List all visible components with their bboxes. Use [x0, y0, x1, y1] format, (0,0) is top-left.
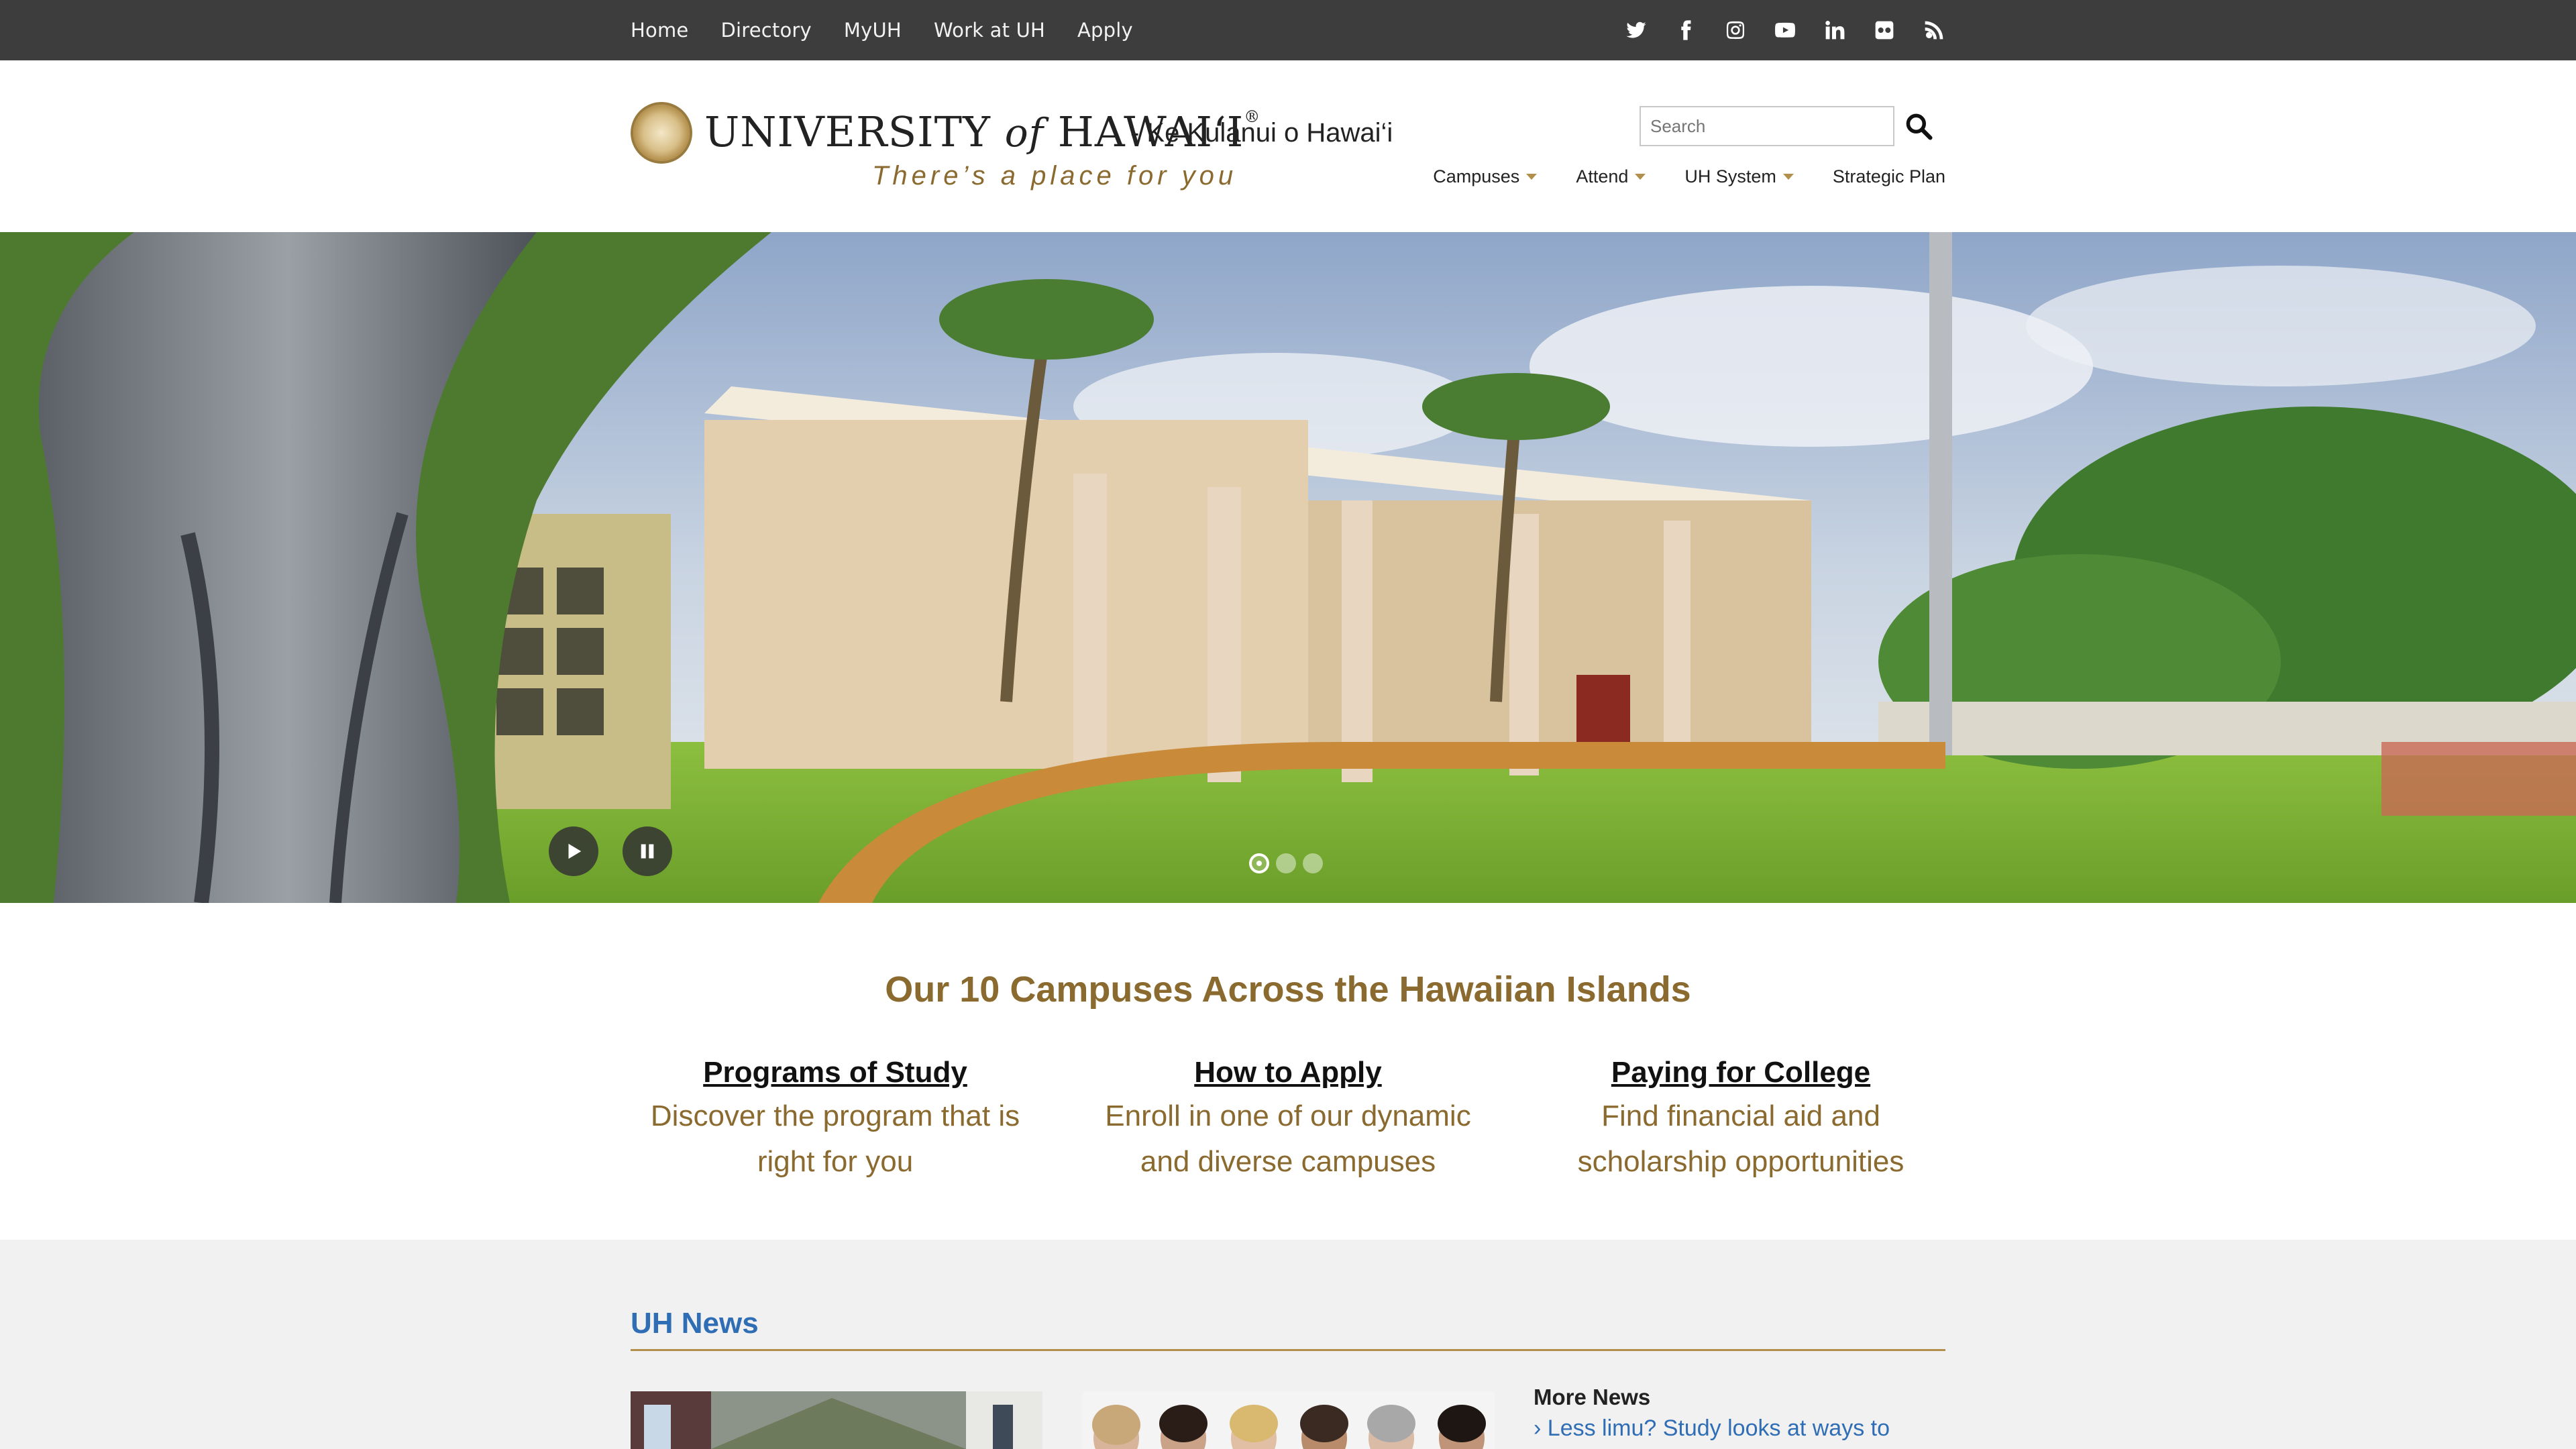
caret-down-icon	[1526, 174, 1538, 180]
news-heading[interactable]: UH News	[631, 1307, 759, 1340]
utility-nav: Home Directory MyUH Work at UH Apply	[631, 0, 1133, 60]
linkedin-icon[interactable]	[1823, 19, 1846, 42]
nav-work-link[interactable]: Work at UH	[934, 19, 1045, 42]
slideshow-play-button[interactable]	[549, 826, 598, 876]
campuses-heading: Our 10 Campuses Across the Hawaiian Isla…	[885, 969, 1691, 1010]
logo-tagline: There’s a place for you	[872, 161, 1238, 191]
search-input[interactable]	[1640, 106, 1894, 146]
main-nav: Campuses Attend UH System Strategic Plan	[1433, 166, 1945, 187]
news-thumbnail-2[interactable]	[1083, 1391, 1495, 1449]
apply-card: How to Apply Enroll in one of our dynami…	[1083, 1056, 1493, 1185]
caret-down-icon	[1782, 174, 1794, 180]
chevron-right-icon: ›	[1534, 1415, 1548, 1441]
social-links	[1625, 0, 1945, 60]
campus-photo	[0, 232, 2576, 903]
logo-subtitle: - Ke Kulanui o Hawai‘i	[1130, 118, 1393, 148]
nav-attend[interactable]: Attend	[1576, 166, 1646, 187]
nav-strategic-plan[interactable]: Strategic Plan	[1833, 166, 1945, 187]
hero-slideshow	[0, 232, 2576, 903]
news-link-1[interactable]: › Less limu? Study looks at ways to	[1534, 1415, 1890, 1442]
slide-dot-1[interactable]	[1249, 853, 1269, 873]
slide-indicators	[1249, 853, 1323, 873]
youtube-icon[interactable]	[1774, 19, 1796, 42]
news-photo-1	[631, 1391, 1042, 1449]
rss-icon[interactable]	[1923, 19, 1945, 42]
news-photo-2	[1083, 1391, 1495, 1449]
flickr-icon[interactable]	[1873, 19, 1896, 42]
programs-of-study-link[interactable]: Programs of Study	[631, 1056, 1040, 1089]
programs-card: Programs of Study Discover the program t…	[631, 1056, 1040, 1185]
quick-links: Programs of Study Discover the program t…	[631, 1056, 1945, 1185]
paying-description: Find financial aid and scholarship oppor…	[1577, 1099, 1904, 1178]
uh-logo[interactable]: UNIVERSITY of HAWAI‘I® - Ke Kulanui o Ha…	[631, 102, 1402, 191]
caret-down-icon	[1635, 174, 1646, 180]
news-divider	[631, 1349, 1945, 1351]
nav-apply-link[interactable]: Apply	[1077, 19, 1133, 42]
nav-uh-system[interactable]: UH System	[1684, 166, 1794, 187]
pause-icon	[641, 844, 654, 859]
site-header: UNIVERSITY of HAWAI‘I® - Ke Kulanui o Ha…	[0, 60, 2576, 232]
uh-seal-icon	[631, 102, 692, 164]
slideshow-pause-button[interactable]	[623, 826, 672, 876]
nav-campuses[interactable]: Campuses	[1433, 166, 1538, 187]
top-bar: Home Directory MyUH Work at UH Apply	[0, 0, 2576, 60]
search-icon[interactable]	[1904, 111, 1933, 141]
slide-dot-3[interactable]	[1303, 853, 1323, 873]
nav-directory-link[interactable]: Directory	[720, 19, 811, 42]
more-news-heading: More News	[1534, 1385, 1651, 1409]
how-to-apply-link[interactable]: How to Apply	[1083, 1056, 1493, 1089]
facebook-icon[interactable]	[1674, 19, 1697, 42]
news-thumbnail-1[interactable]	[631, 1391, 1042, 1449]
nav-myuh-link[interactable]: MyUH	[844, 19, 902, 42]
apply-description: Enroll in one of our dynamic and diverse…	[1105, 1099, 1471, 1178]
programs-description: Discover the program that is right for y…	[650, 1099, 1020, 1178]
play-icon	[568, 843, 582, 859]
instagram-icon[interactable]	[1724, 19, 1747, 42]
paying-card: Paying for College Find financial aid an…	[1536, 1056, 1945, 1185]
paying-for-college-link[interactable]: Paying for College	[1536, 1056, 1945, 1089]
twitter-icon[interactable]	[1625, 19, 1648, 42]
nav-home-link[interactable]: Home	[631, 19, 688, 42]
slide-dot-2[interactable]	[1276, 853, 1296, 873]
